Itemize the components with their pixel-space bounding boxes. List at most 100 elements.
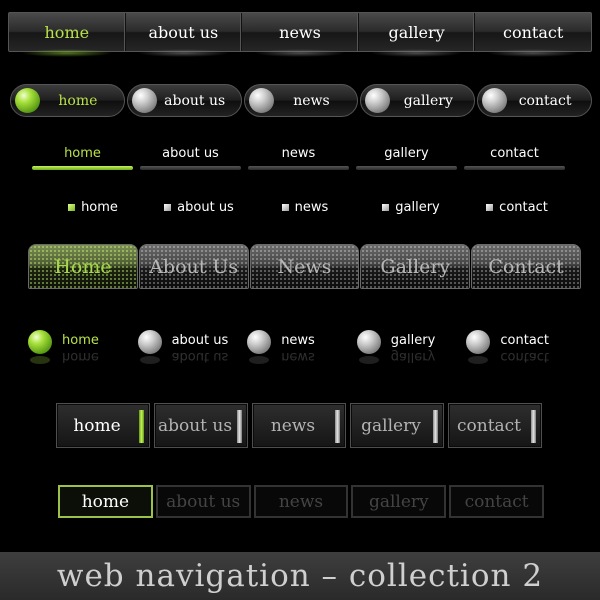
nav3-label-news: news bbox=[281, 146, 316, 161]
nav2-item-news[interactable]: news bbox=[243, 84, 359, 117]
nav7-label-about-us: about us bbox=[157, 415, 233, 436]
nav8-button-contact[interactable]: contact bbox=[449, 485, 544, 518]
nav1-item-contact[interactable]: contact bbox=[475, 13, 591, 57]
nav2-item-home[interactable]: home bbox=[10, 84, 125, 117]
square-bullet-icon bbox=[281, 203, 289, 211]
nav2-item-gallery[interactable]: gallery bbox=[360, 84, 476, 117]
sphere-reflection bbox=[358, 356, 379, 364]
nav3-item-contact[interactable]: contact bbox=[464, 146, 565, 174]
label-reflection: gallery bbox=[390, 349, 436, 364]
nav7-label-home: home bbox=[73, 415, 121, 436]
label-reflection: home bbox=[62, 349, 99, 364]
nav5-tab-about-us[interactable]: About Us bbox=[138, 244, 249, 289]
underline-bar bbox=[248, 166, 349, 170]
nav4-item-contact[interactable]: contact bbox=[464, 197, 570, 217]
nav4-item-about-us[interactable]: about us bbox=[146, 197, 252, 217]
nav6-label-news: news bbox=[281, 333, 315, 348]
nav2-label-contact: contact bbox=[518, 92, 572, 109]
nav6-item-about-us[interactable]: about us about us bbox=[136, 326, 246, 376]
nav7-button-contact[interactable]: contact bbox=[448, 403, 542, 448]
nav1-item-about-us[interactable]: about us bbox=[126, 13, 243, 57]
underline-bar bbox=[464, 166, 565, 170]
nav-pill-buttons: home about us news gallery contact bbox=[10, 84, 592, 118]
nav3-item-home[interactable]: home bbox=[32, 146, 133, 174]
nav2-item-contact[interactable]: contact bbox=[477, 84, 592, 117]
indicator-bar-icon bbox=[531, 410, 536, 443]
nav7-label-contact: contact bbox=[456, 415, 522, 436]
sphere-icon bbox=[248, 88, 274, 113]
nav5-tab-news[interactable]: News bbox=[249, 244, 360, 289]
indicator-bar-icon bbox=[237, 410, 242, 443]
sphere-icon bbox=[365, 88, 391, 113]
sphere-reflection bbox=[139, 356, 160, 364]
sphere-icon bbox=[137, 330, 162, 354]
nav-dotted-tabs: Home About Us News Gallery Contact bbox=[28, 244, 581, 289]
nav4-label-gallery: gallery bbox=[395, 199, 440, 215]
underline-bar bbox=[32, 166, 133, 170]
nav4-item-news[interactable]: news bbox=[252, 197, 358, 217]
sphere-reflection bbox=[249, 356, 270, 364]
nav8-button-gallery[interactable]: gallery bbox=[351, 485, 447, 518]
nav2-label-about-us: about us bbox=[164, 92, 226, 109]
sphere-reflection bbox=[30, 356, 50, 364]
nav4-item-home[interactable]: home bbox=[40, 197, 146, 217]
nav3-label-gallery: gallery bbox=[384, 146, 429, 161]
nav-bar-glossy: home about us news gallery contact bbox=[8, 12, 592, 57]
nav2-label-gallery: gallery bbox=[403, 92, 453, 109]
nav2-label-news: news bbox=[293, 92, 330, 109]
nav6-item-home[interactable]: home home bbox=[26, 326, 136, 376]
nav1-item-home[interactable]: home bbox=[9, 13, 126, 57]
underline-bar bbox=[356, 166, 457, 170]
sphere-icon bbox=[15, 88, 40, 113]
sphere-icon bbox=[131, 88, 157, 113]
indicator-bar-icon bbox=[139, 410, 144, 443]
nav1-item-news[interactable]: news bbox=[242, 13, 359, 57]
nav6-label-contact: contact bbox=[500, 333, 550, 348]
nav6-item-gallery[interactable]: gallery gallery bbox=[355, 326, 465, 376]
sphere-reflection bbox=[468, 356, 489, 364]
nav3-item-gallery[interactable]: gallery bbox=[356, 146, 457, 174]
nav8-button-about-us[interactable]: about us bbox=[155, 485, 251, 518]
nav7-label-gallery: gallery bbox=[361, 415, 421, 436]
nav7-button-home[interactable]: home bbox=[56, 403, 150, 448]
sphere-icon bbox=[466, 330, 491, 354]
nav7-button-news[interactable]: news bbox=[252, 403, 346, 448]
nav2-label-home: home bbox=[58, 92, 98, 109]
nav7-label-news: news bbox=[270, 415, 316, 436]
nav4-item-gallery[interactable]: gallery bbox=[358, 197, 464, 217]
square-bullet-icon bbox=[164, 203, 172, 211]
nav5-tab-contact[interactable]: Contact bbox=[471, 244, 581, 289]
nav3-item-news[interactable]: news bbox=[248, 146, 349, 174]
nav6-label-home: home bbox=[62, 333, 99, 348]
nav8-button-news[interactable]: news bbox=[253, 485, 349, 518]
square-bullet-icon bbox=[68, 203, 76, 211]
nav5-tab-gallery[interactable]: Gallery bbox=[360, 244, 471, 289]
nav6-label-gallery: gallery bbox=[390, 333, 436, 348]
sphere-icon bbox=[482, 88, 508, 113]
nav7-button-gallery[interactable]: gallery bbox=[350, 403, 444, 448]
nav7-button-about-us[interactable]: about us bbox=[154, 403, 248, 448]
nav6-item-news[interactable]: news news bbox=[245, 326, 355, 376]
caption-text: web navigation – collection 2 bbox=[56, 558, 544, 594]
indicator-bar-icon bbox=[433, 410, 438, 443]
caption-band: web navigation – collection 2 bbox=[0, 552, 600, 600]
nav-outlined: home about us news gallery contact bbox=[58, 485, 544, 518]
label-reflection: contact bbox=[500, 349, 550, 364]
nav2-item-about-us[interactable]: about us bbox=[126, 84, 242, 117]
nav-ball-bullets: home home about us about us news news ga… bbox=[26, 326, 574, 376]
nav3-label-contact: contact bbox=[490, 146, 539, 161]
sphere-icon bbox=[247, 330, 272, 354]
nav3-item-about-us[interactable]: about us bbox=[140, 146, 241, 174]
nav1-item-gallery[interactable]: gallery bbox=[359, 13, 476, 57]
nav3-label-about-us: about us bbox=[162, 146, 219, 161]
nav6-item-contact[interactable]: contact contact bbox=[464, 326, 574, 376]
nav8-button-home[interactable]: home bbox=[58, 485, 153, 518]
square-bullet-icon bbox=[486, 203, 494, 211]
indicator-bar-icon bbox=[335, 410, 340, 443]
sphere-icon bbox=[28, 330, 52, 354]
nav4-label-contact: contact bbox=[499, 199, 548, 215]
nav3-label-home: home bbox=[64, 146, 101, 161]
nav-square-bullets: home about us news gallery contact bbox=[40, 197, 570, 217]
nav4-label-home: home bbox=[81, 199, 118, 215]
nav5-tab-home[interactable]: Home bbox=[28, 244, 138, 289]
